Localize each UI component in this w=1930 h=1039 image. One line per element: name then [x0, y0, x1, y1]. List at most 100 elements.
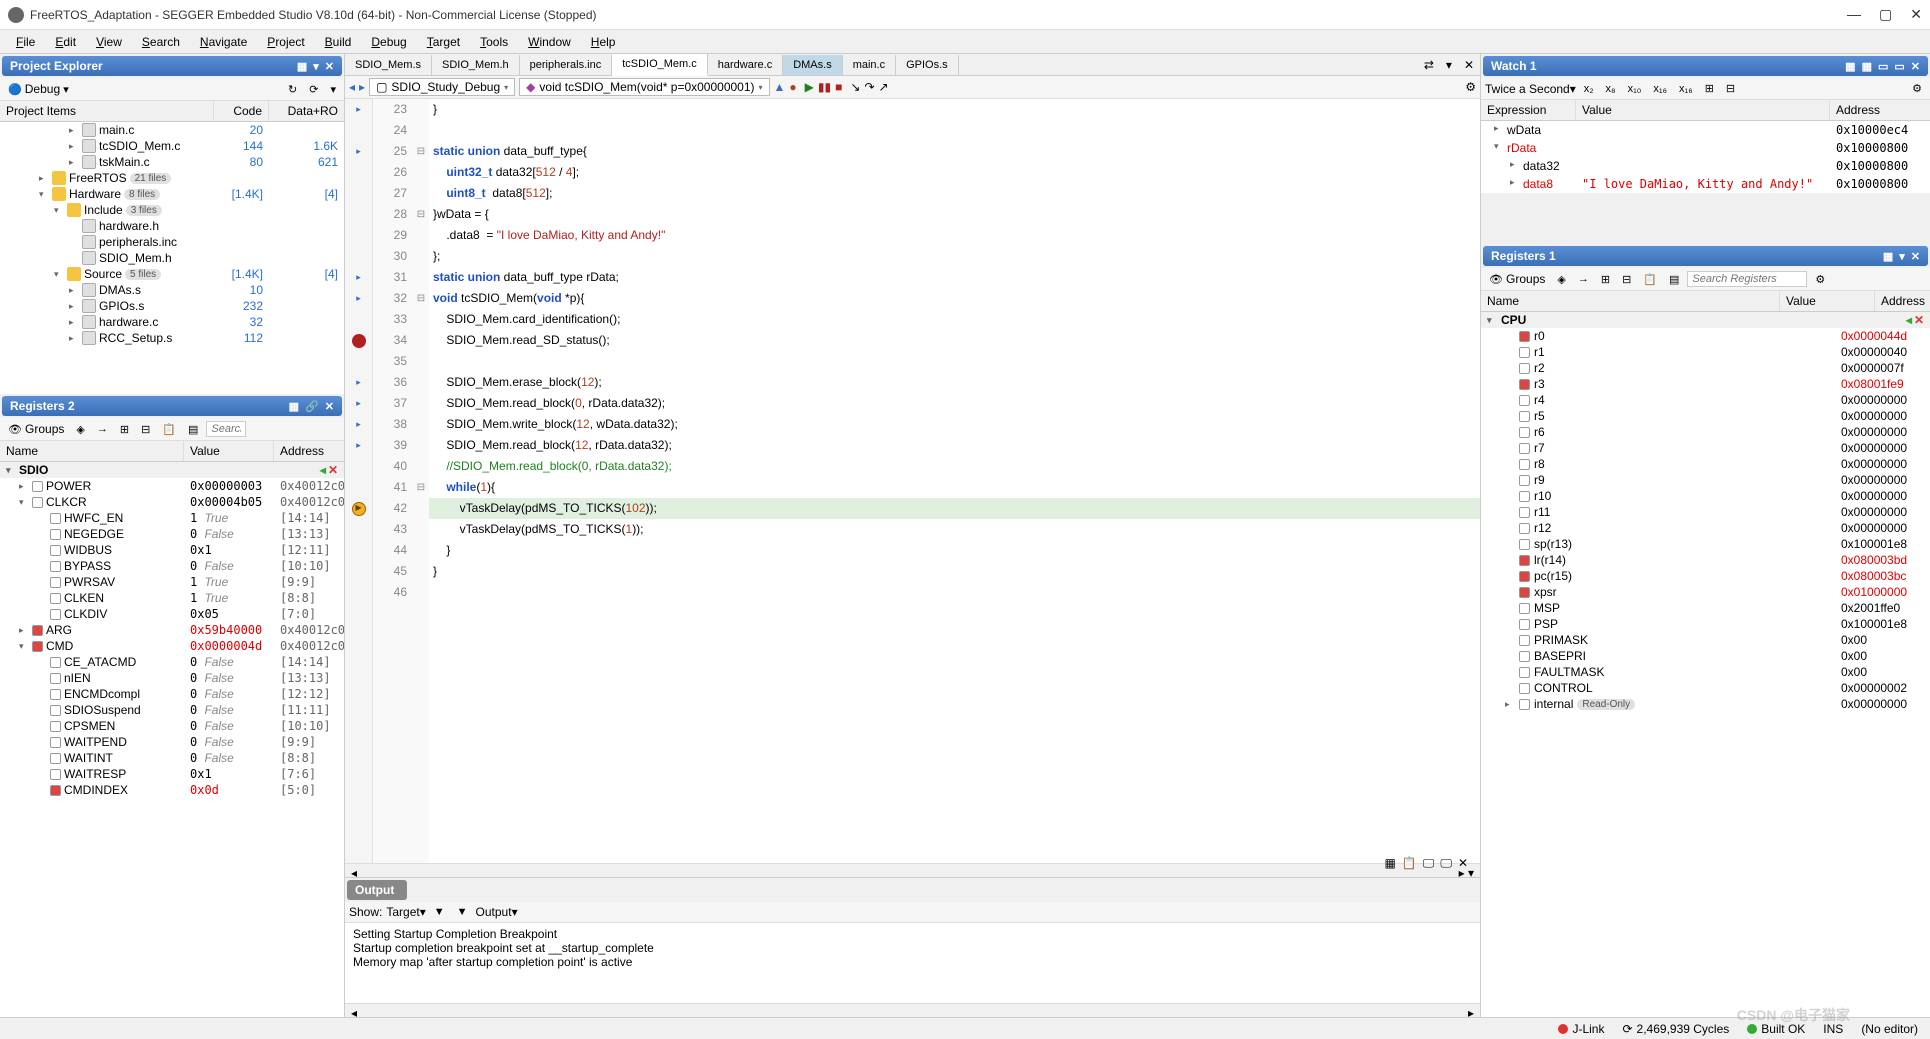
dbg-run[interactable]: ▲: [774, 80, 786, 94]
out-close[interactable]: ✕: [1458, 856, 1468, 871]
pe-item[interactable]: ▸FreeRTOS21 files: [0, 170, 344, 186]
reg1-row[interactable]: r00x0000044d: [1481, 328, 1930, 344]
dbg-extra[interactable]: ⚙: [1465, 80, 1476, 94]
reg1-row[interactable]: sp(r13)0x100001e8: [1481, 536, 1930, 552]
w1-close[interactable]: ✕: [1911, 60, 1920, 73]
out-t2[interactable]: ▼: [453, 904, 472, 920]
reg2-close-icon[interactable]: ✕: [325, 400, 334, 413]
reg1-list[interactable]: ▾CPU◂✕r00x0000044dr10x00000040r20x000000…: [1481, 312, 1930, 1017]
reg1-row[interactable]: ▸internalRead-Only0x00000000: [1481, 696, 1930, 712]
pe-item[interactable]: ▸DMAs.s10: [0, 282, 344, 298]
dbg-stop2[interactable]: ●: [789, 80, 796, 94]
tab-dd[interactable]: ▾: [1440, 56, 1458, 74]
reg2-row[interactable]: CMDINDEX0x0d[5:0]: [0, 782, 344, 798]
menu-build[interactable]: Build: [317, 33, 360, 51]
reg1-row[interactable]: r40x00000000: [1481, 392, 1930, 408]
reg1-t5[interactable]: 📋: [1639, 271, 1661, 288]
w1-t3[interactable]: x₁₀: [1624, 81, 1646, 97]
code-editor[interactable]: ▸▸▸▸▸▸▸▸23242526272829303132333435363738…: [345, 99, 1480, 863]
reg2-row[interactable]: CLKDIV0x05[7:0]: [0, 606, 344, 622]
dbg-stepinto[interactable]: ↘: [850, 80, 860, 94]
reg1-row[interactable]: r80x00000000: [1481, 456, 1930, 472]
reg1-row[interactable]: r100x00000000: [1481, 488, 1930, 504]
reg2-row[interactable]: WAITINT0 False[8:8]: [0, 750, 344, 766]
menu-navigate[interactable]: Navigate: [192, 33, 255, 51]
reg1-groups[interactable]: 👁 Groups: [1485, 270, 1549, 288]
dbg-stepover[interactable]: ↷: [864, 80, 874, 94]
reg2-row[interactable]: CLKEN1 True[8:8]: [0, 590, 344, 606]
reg2-row[interactable]: WIDBUS0x1[12:11]: [0, 542, 344, 558]
pe-dropdown-icon[interactable]: ▾: [313, 60, 319, 73]
pe-item[interactable]: SDIO_Mem.h: [0, 250, 344, 266]
tab-GPIOs.s[interactable]: GPIOs.s: [896, 55, 959, 75]
reg2-row[interactable]: SDIOSuspend0 False[11:11]: [0, 702, 344, 718]
menu-tools[interactable]: Tools: [472, 33, 516, 51]
tab-peripherals.inc[interactable]: peripherals.inc: [520, 55, 613, 75]
pe-btn2[interactable]: ⟳: [305, 81, 322, 98]
reg2-row[interactable]: ▾CMD0x0000004d0x40012c0: [0, 638, 344, 654]
reg1-row[interactable]: r50x00000000: [1481, 408, 1930, 424]
reg2-t1[interactable]: ◈: [72, 421, 88, 438]
reg1-dd-icon[interactable]: ▾: [1899, 250, 1905, 263]
w1-i2[interactable]: ▦: [1862, 60, 1872, 73]
out-btn1[interactable]: ▦: [1384, 856, 1395, 871]
w1-i1[interactable]: ▦: [1845, 60, 1855, 73]
w1-t4[interactable]: x₁₆: [1649, 81, 1671, 97]
menu-file[interactable]: File: [8, 33, 43, 51]
reg2-t4[interactable]: ⊟: [137, 421, 154, 438]
menu-search[interactable]: Search: [134, 33, 188, 51]
reg2-row[interactable]: WAITPEND0 False[9:9]: [0, 734, 344, 750]
reg2-row[interactable]: HWFC_EN1 True[14:14]: [0, 510, 344, 526]
reg1-layout-icon[interactable]: ▦: [1883, 250, 1893, 263]
watch-row[interactable]: ▸data8"I love DaMiao, Kitty and Andy!"0x…: [1481, 175, 1930, 193]
w1-t2[interactable]: x₈: [1602, 81, 1620, 97]
reg2-t2[interactable]: →: [93, 421, 112, 437]
reg1-gear[interactable]: ⚙: [1811, 271, 1829, 288]
reg2-row[interactable]: ▸POWER0x000000030x40012c0: [0, 478, 344, 494]
output-type-dropdown[interactable]: Output▾: [476, 905, 518, 919]
menu-help[interactable]: Help: [583, 33, 624, 51]
reg1-row[interactable]: r10x00000040: [1481, 344, 1930, 360]
reg1-t3[interactable]: ⊞: [1597, 271, 1614, 288]
reg1-row[interactable]: BASEPRI0x00: [1481, 648, 1930, 664]
reg2-link-icon[interactable]: 🔗: [305, 400, 319, 413]
reg2-groups[interactable]: 👁 Groups: [4, 420, 68, 438]
minimize-button[interactable]: —: [1847, 6, 1861, 23]
reg1-row[interactable]: FAULTMASK0x00: [1481, 664, 1930, 680]
pe-btn1[interactable]: ↻: [284, 81, 301, 98]
tab-sync[interactable]: ⇄: [1418, 56, 1440, 74]
out-btn3[interactable]: 🖵: [1423, 856, 1435, 871]
pe-item[interactable]: ▸hardware.c32: [0, 314, 344, 330]
reg1-t6[interactable]: ▤: [1665, 271, 1683, 288]
pe-tree[interactable]: ▸main.c20▸tcSDIO_Mem.c1441.6K▸tskMain.c8…: [0, 122, 344, 394]
w1-t6[interactable]: ⊞: [1701, 80, 1718, 97]
reg1-row[interactable]: PRIMASK0x00: [1481, 632, 1930, 648]
out-btn4[interactable]: 🖵: [1440, 856, 1452, 871]
pe-item[interactable]: ▾Source5 files[1.4K][4]: [0, 266, 344, 282]
reg1-row[interactable]: r120x00000000: [1481, 520, 1930, 536]
dbg-stop[interactable]: ■: [835, 80, 842, 94]
reg2-row[interactable]: CE_ATACMD0 False[14:14]: [0, 654, 344, 670]
watch-freq[interactable]: Twice a Second▾: [1485, 82, 1576, 96]
dbg-continue[interactable]: ▶: [805, 80, 814, 94]
reg1-row[interactable]: r60x00000000: [1481, 424, 1930, 440]
dbg-stepout[interactable]: ↗: [879, 80, 889, 94]
tab-DMAs.s[interactable]: DMAs.s: [783, 55, 843, 75]
output-text[interactable]: Setting Startup Completion BreakpointSta…: [345, 923, 1480, 1003]
menu-project[interactable]: Project: [259, 33, 312, 51]
pe-close-icon[interactable]: ✕: [325, 60, 334, 73]
watch-row[interactable]: ▸data320x10000800: [1481, 157, 1930, 175]
tab-hardware.c[interactable]: hardware.c: [708, 55, 783, 75]
config-dropdown[interactable]: ▢SDIO_Study_Debug▾: [369, 78, 515, 96]
nav-fwd[interactable]: ▸: [359, 80, 365, 94]
reg2-row[interactable]: WAITRESP0x1[7:6]: [0, 766, 344, 782]
reg1-row[interactable]: r30x08001fe9: [1481, 376, 1930, 392]
reg2-t3[interactable]: ⊞: [116, 421, 133, 438]
pe-item[interactable]: ▸RCC_Setup.s112: [0, 330, 344, 346]
status-jlink[interactable]: J-Link: [1558, 1022, 1604, 1036]
reg1-row[interactable]: pc(r15)0x080003bc: [1481, 568, 1930, 584]
reg1-row[interactable]: r70x00000000: [1481, 440, 1930, 456]
pe-item[interactable]: ▸tskMain.c80621: [0, 154, 344, 170]
reg1-row[interactable]: r20x0000007f: [1481, 360, 1930, 376]
w1-t5[interactable]: x₁₆: [1675, 81, 1697, 97]
